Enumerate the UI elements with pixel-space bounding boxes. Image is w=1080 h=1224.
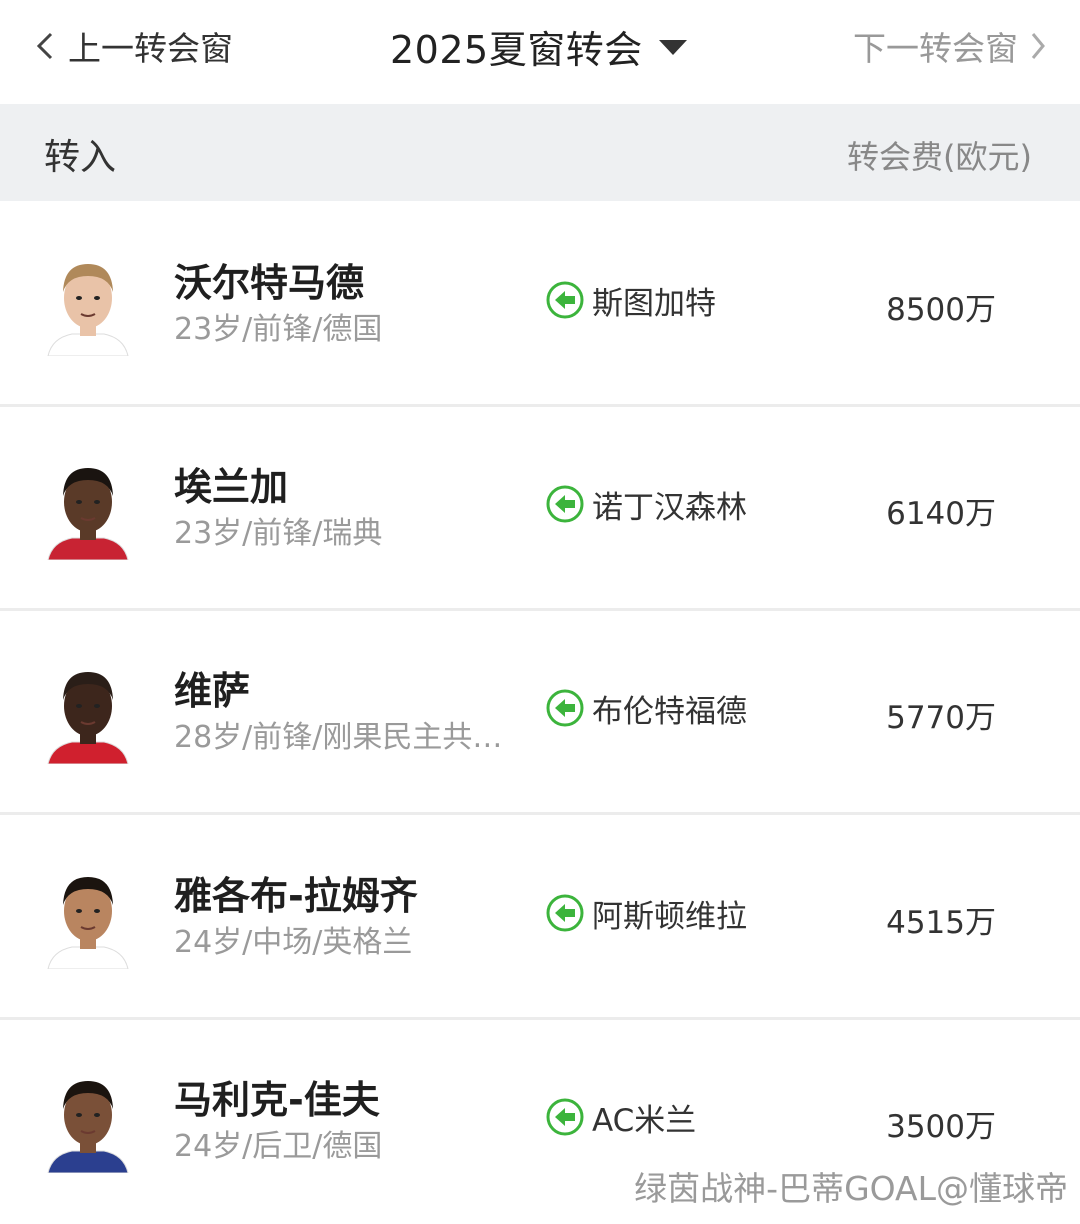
fee-column-header: 转会费(欧元) — [847, 138, 1032, 176]
player-name: 雅各布-拉姆齐 — [174, 874, 418, 918]
window-selector[interactable]: 2025夏窗转会 — [390, 20, 687, 72]
transfer-row[interactable]: 埃兰加 23岁/前锋/瑞典 诺丁汉森林 6140万 — [0, 408, 1080, 611]
arrow-left-circle-icon — [546, 281, 584, 319]
player-avatar — [47, 672, 129, 764]
chevron-right-icon — [1031, 33, 1045, 59]
section-header: 转入 转会费(欧元) — [0, 104, 1080, 201]
player-avatar — [47, 468, 129, 560]
next-window-label: 下一转会窗 — [853, 29, 1018, 68]
watermark: 绿茵战神-巴蒂GOAL@懂球帝 — [634, 1169, 1068, 1208]
transfer-fee: 5770万 — [886, 700, 996, 736]
player-info: 28岁/前锋/刚果民主共… — [174, 720, 503, 755]
player-info: 24岁/后卫/德国 — [174, 1129, 383, 1164]
player-avatar — [47, 877, 129, 969]
from-club[interactable]: 诺丁汉森林 — [546, 484, 747, 526]
from-club[interactable]: AC米兰 — [546, 1097, 697, 1139]
top-navigation: 上一转会窗 2025夏窗转会 下一转会窗 — [0, 0, 1080, 100]
player-info: 24岁/中场/英格兰 — [174, 925, 413, 960]
transfer-fee: 6140万 — [886, 496, 996, 532]
club-name: 诺丁汉森林 — [592, 489, 747, 526]
transfer-fee: 3500万 — [886, 1109, 996, 1145]
transfer-fee: 4515万 — [886, 905, 996, 941]
transfer-row[interactable]: 沃尔特马德 23岁/前锋/德国 斯图加特 8500万 — [0, 204, 1080, 407]
transfer-fee: 8500万 — [886, 292, 996, 328]
from-club[interactable]: 斯图加特 — [546, 280, 716, 322]
player-info: 23岁/前锋/瑞典 — [174, 516, 383, 551]
player-avatar — [47, 1081, 129, 1173]
prev-window-label: 上一转会窗 — [68, 29, 233, 68]
player-name: 马利克-佳夫 — [174, 1078, 380, 1122]
club-name: 布伦特福德 — [592, 693, 747, 730]
from-club[interactable]: 阿斯顿维拉 — [546, 893, 747, 935]
arrow-left-circle-icon — [546, 485, 584, 523]
transfer-row[interactable]: 维萨 28岁/前锋/刚果民主共… 布伦特福德 5770万 — [0, 612, 1080, 815]
from-club[interactable]: 布伦特福德 — [546, 688, 747, 730]
transfer-row[interactable]: 雅各布-拉姆齐 24岁/中场/英格兰 阿斯顿维拉 4515万 — [0, 817, 1080, 1020]
arrow-left-circle-icon — [546, 1098, 584, 1136]
section-title-in: 转入 — [44, 137, 117, 178]
next-window-button[interactable]: 下一转会窗 — [853, 22, 1046, 70]
player-name: 维萨 — [174, 669, 251, 713]
arrow-left-circle-icon — [546, 894, 584, 932]
player-name: 埃兰加 — [174, 465, 289, 509]
club-name: 斯图加特 — [592, 285, 716, 322]
dropdown-caret-icon — [658, 39, 687, 55]
window-title: 2025夏窗转会 — [390, 27, 643, 72]
player-info: 23岁/前锋/德国 — [174, 312, 383, 347]
player-name: 沃尔特马德 — [174, 261, 365, 305]
prev-window-button[interactable]: 上一转会窗 — [36, 22, 233, 70]
chevron-left-icon — [36, 32, 53, 60]
club-name: AC米兰 — [592, 1102, 697, 1139]
player-avatar — [47, 264, 129, 356]
club-name: 阿斯顿维拉 — [592, 898, 747, 935]
arrow-left-circle-icon — [546, 689, 584, 727]
